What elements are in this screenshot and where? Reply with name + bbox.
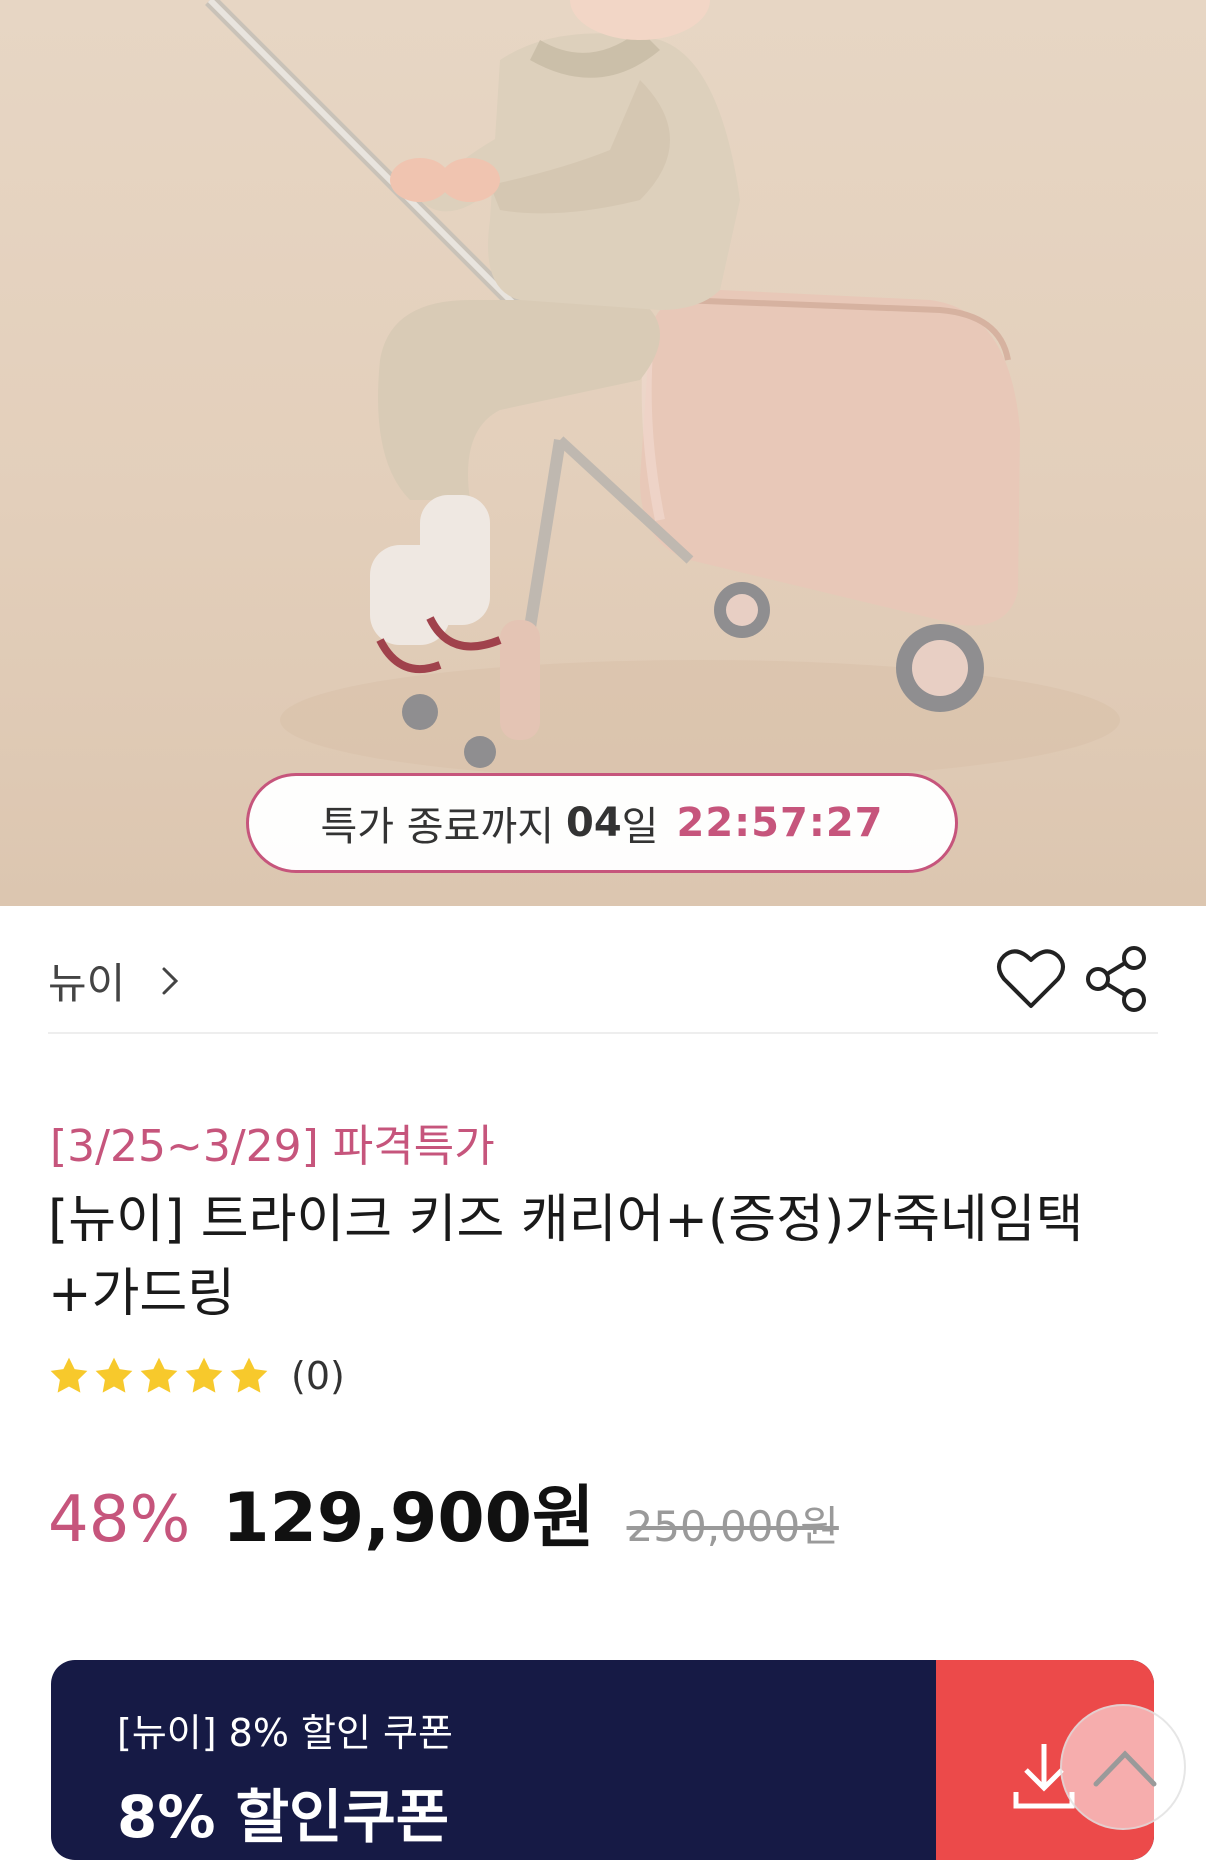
chevron-right-icon [162, 967, 179, 994]
countdown-day-unit: 일 [621, 804, 659, 850]
countdown-minutes: 57 [751, 800, 809, 846]
star-rating [48, 1355, 273, 1397]
star-icon [95, 1357, 133, 1393]
brand-link[interactable]: 뉴이 [48, 950, 185, 1011]
star-icon [140, 1357, 178, 1393]
coupon-title: 8% 할인쿠폰 [117, 1783, 450, 1851]
countdown-hours: 22 [676, 800, 735, 846]
countdown-separator: : [734, 800, 752, 846]
coupon-subtitle: [뉴이] 8% 할인 쿠폰 [117, 1711, 453, 1755]
promo-label: [3/25~3/29] 파격특가 [50, 1121, 495, 1172]
original-price: 250,000원 [626, 1502, 839, 1551]
countdown-label: 특가 종료까지 [320, 804, 554, 850]
brand-name: 뉴이 [48, 959, 126, 1008]
sale-countdown-timer: 특가 종료까지 04 일 22 : 57 : 27 [246, 773, 958, 873]
product-title: [뉴이] 트라이크 키즈 캐리어+(증정)가죽네임택 +가드링 [48, 1184, 1158, 1332]
product-hero-image: 특가 종료까지 04 일 22 : 57 : 27 [0, 0, 1206, 906]
product-title-line: +가드링 [48, 1263, 236, 1324]
heart-icon[interactable] [996, 946, 1066, 1012]
star-icon [185, 1357, 223, 1393]
countdown-separator: : [808, 800, 826, 846]
discount-rate: 48% [48, 1483, 191, 1557]
chevron-up-icon [1093, 1750, 1157, 1787]
product-photo [205, 0, 1120, 780]
product-rating[interactable]: (0) [48, 1354, 345, 1398]
review-count: (0) [291, 1354, 345, 1398]
share-icon[interactable] [1084, 944, 1150, 1014]
star-icon [50, 1357, 88, 1393]
price-row: 48% 129,900원 250,000원 [48, 1462, 839, 1561]
coupon-banner[interactable]: [뉴이] 8% 할인 쿠폰 8% 할인쿠폰 [51, 1660, 1154, 1860]
sale-price: 129,900원 [222, 1479, 595, 1558]
product-title-line: [뉴이] 트라이크 키즈 캐리어+(증정)가죽네임택 [48, 1190, 1084, 1250]
countdown-seconds: 27 [825, 800, 884, 846]
scroll-to-top-button[interactable] [1060, 1704, 1186, 1830]
countdown-days: 04 [566, 800, 622, 846]
star-icon [230, 1357, 268, 1393]
brand-bar: 뉴이 [48, 938, 1158, 1034]
